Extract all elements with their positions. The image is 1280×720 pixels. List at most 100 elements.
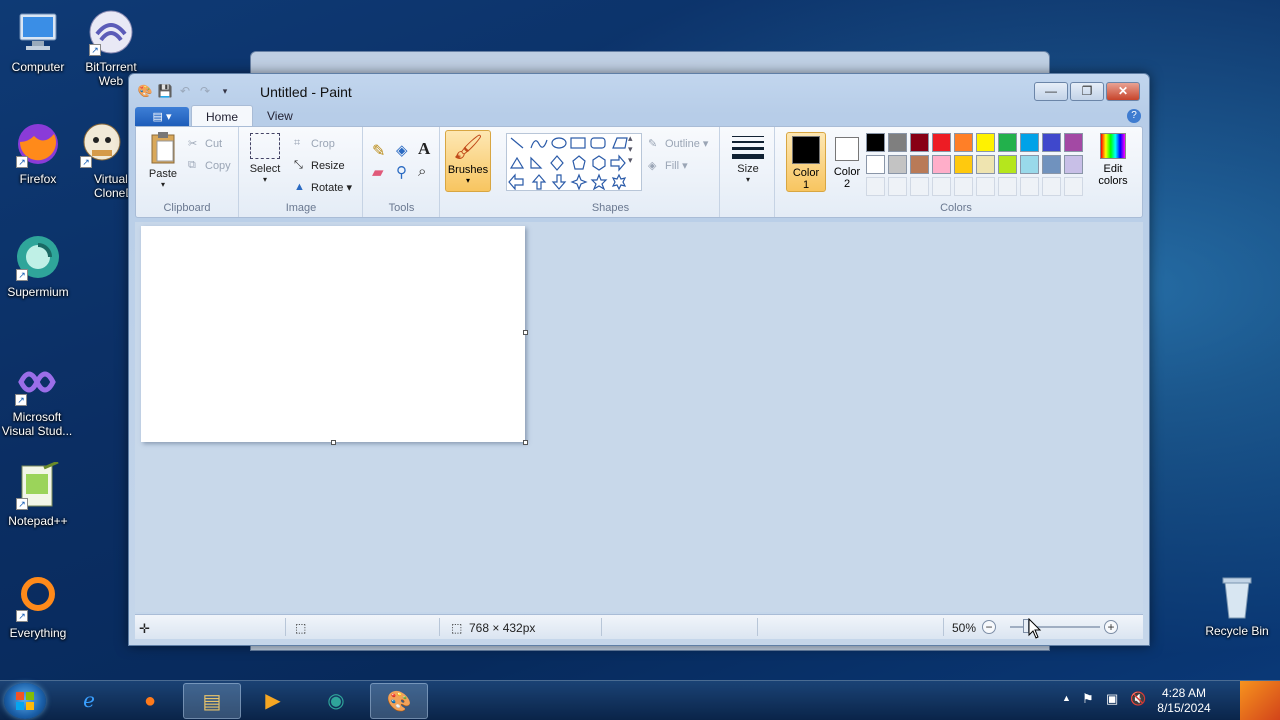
shapes-scroll-icon[interactable]: ▴ ▾ ▾ [628, 133, 633, 166]
resize-handle-corner[interactable] [523, 440, 528, 445]
desktop-icon-supermium[interactable]: ↗ Supermium [0, 233, 76, 299]
save-icon[interactable]: 💾 [157, 83, 173, 99]
color2-button[interactable]: Color 2 [829, 132, 865, 192]
close-button[interactable]: ✕ [1106, 82, 1140, 101]
tab-view[interactable]: View [253, 105, 307, 127]
outline-button[interactable]: ✎ Outline ▾ [648, 137, 708, 151]
custom-color-slot[interactable] [932, 177, 951, 196]
desktop-icon-recycle-bin[interactable]: Recycle Bin [1199, 572, 1275, 638]
palette-swatch[interactable] [1042, 155, 1061, 174]
paint-taskbar-icon[interactable]: 🎨 [370, 683, 428, 719]
palette-swatch[interactable] [932, 155, 951, 174]
zoom-out-button[interactable]: − [982, 620, 996, 634]
palette-swatch[interactable] [1064, 133, 1083, 152]
color-picker-icon[interactable]: ⚲ [396, 163, 407, 181]
custom-color-slot[interactable] [910, 177, 929, 196]
file-explorer-icon[interactable]: ▤ [183, 683, 241, 719]
palette-swatch[interactable] [954, 155, 973, 174]
palette-swatch[interactable] [1020, 133, 1039, 152]
palette-swatch[interactable] [1020, 155, 1039, 174]
desktop-icon-notepadpp[interactable]: ↗ Notepad++ [0, 460, 76, 528]
desktop-icon-firefox[interactable]: ↗ Firefox [0, 120, 76, 186]
brush-icon: 🖌 [452, 134, 484, 161]
paint-app-icon[interactable]: 🎨 [137, 83, 153, 99]
select-button[interactable]: Select ▾ [248, 133, 282, 184]
help-icon[interactable]: ? [1127, 109, 1141, 123]
palette-swatch[interactable] [998, 155, 1017, 174]
magnifier-icon[interactable]: ⌕ [418, 163, 426, 180]
palette-swatch[interactable] [888, 133, 907, 152]
palette-swatch[interactable] [1064, 155, 1083, 174]
resize-handle-bottom[interactable] [331, 440, 336, 445]
palette-swatch[interactable] [910, 155, 929, 174]
customize-qat-icon[interactable]: ▾ [217, 83, 233, 99]
shapes-gallery[interactable] [506, 133, 642, 191]
size-button[interactable]: Size ▾ [729, 133, 767, 184]
undo-icon[interactable]: ↶ [177, 83, 193, 99]
cut-button[interactable]: ✂ Cut [188, 137, 222, 151]
canvas-workspace[interactable] [135, 222, 1143, 612]
palette-swatch[interactable] [888, 155, 907, 174]
palette-swatch[interactable] [976, 133, 995, 152]
desktop-icon-visual-studio[interactable]: ↗ Microsoft Visual Stud... [0, 358, 74, 438]
palette-swatch[interactable] [866, 133, 885, 152]
paint-menu-button[interactable]: ▤ ▾ [135, 107, 189, 127]
scissors-icon: ✂ [188, 138, 198, 150]
start-button[interactable] [4, 683, 46, 719]
custom-color-slot[interactable] [998, 177, 1017, 196]
palette-swatch[interactable] [976, 155, 995, 174]
text-tool-icon[interactable]: A [418, 139, 430, 159]
fill-button[interactable]: ◈ Fill ▾ [648, 159, 688, 173]
palette-swatch[interactable] [1042, 133, 1061, 152]
action-center-flag-icon[interactable]: ⚑ [1082, 691, 1094, 707]
paste-button[interactable]: Paste ▾ [144, 131, 182, 189]
resize-button[interactable]: ⤡ Resize [294, 159, 345, 173]
palette-swatch[interactable] [998, 133, 1017, 152]
custom-color-slot[interactable] [1042, 177, 1061, 196]
resize-handle-right[interactable] [523, 330, 528, 335]
title-bar[interactable]: 🎨 💾 ↶ ↷ ▾ Untitled - Paint — ❐ ✕ [129, 74, 1149, 104]
rainbow-icon [1100, 133, 1126, 159]
show-desktop-button[interactable] [1240, 681, 1280, 720]
caption-buttons: — ❐ ✕ [1034, 82, 1140, 101]
internet-explorer-icon[interactable]: ℯ [60, 683, 118, 719]
palette-swatch[interactable] [954, 133, 973, 152]
minimize-button[interactable]: — [1034, 82, 1068, 101]
eraser-icon[interactable]: ▰ [372, 163, 384, 181]
redo-icon[interactable]: ↷ [197, 83, 213, 99]
network-icon[interactable]: ▣ [1106, 691, 1118, 707]
maximize-button[interactable]: ❐ [1070, 82, 1104, 101]
custom-color-slot[interactable] [1020, 177, 1039, 196]
custom-color-slot[interactable] [1064, 177, 1083, 196]
brushes-button[interactable]: 🖌 Brushes ▾ [445, 130, 491, 192]
computer-icon [14, 8, 62, 56]
volume-muted-icon[interactable]: 🔇 [1130, 691, 1146, 707]
tab-home[interactable]: Home [191, 105, 254, 127]
palette-swatch[interactable] [866, 155, 885, 174]
supermium-taskbar-icon[interactable]: ◉ [307, 683, 365, 719]
palette-swatch[interactable] [932, 133, 951, 152]
firefox-taskbar-icon[interactable]: ● [121, 683, 179, 719]
show-hidden-icons[interactable]: ▲ [1062, 693, 1071, 703]
desktop-icon-everything[interactable]: ↗ Everything [0, 574, 76, 640]
custom-color-slot[interactable] [866, 177, 885, 196]
desktop-icon-computer[interactable]: Computer [0, 8, 76, 74]
pencil-icon[interactable]: ✎ [372, 141, 385, 161]
copy-button[interactable]: ⧉ Copy [188, 159, 231, 173]
media-player-icon[interactable]: ▶ [244, 683, 302, 719]
custom-color-slot[interactable] [976, 177, 995, 196]
palette-swatch[interactable] [910, 133, 929, 152]
paint-window[interactable]: 🎨 💾 ↶ ↷ ▾ Untitled - Paint — ❐ ✕ ▤ ▾ Hom… [128, 73, 1150, 646]
zoom-in-button[interactable]: + [1104, 620, 1118, 634]
drawing-canvas[interactable] [141, 226, 525, 442]
chevron-down-icon: ▾ [160, 180, 165, 189]
custom-color-slot[interactable] [888, 177, 907, 196]
desktop-icon-virtual-clonedrive[interactable]: ↗ Virtual CloneDrive [72, 120, 132, 200]
clock[interactable]: 4:28 AM 8/15/2024 [1154, 686, 1214, 716]
color1-button[interactable]: Color 1 [786, 132, 826, 192]
fill-bucket-icon[interactable]: ◈ [396, 141, 408, 159]
custom-color-slot[interactable] [954, 177, 973, 196]
rotate-button[interactable]: ▲ Rotate ▾ [294, 181, 352, 195]
crop-button[interactable]: ⌗ Crop [294, 137, 335, 151]
edit-colors-button[interactable]: Edit colors [1094, 133, 1132, 187]
